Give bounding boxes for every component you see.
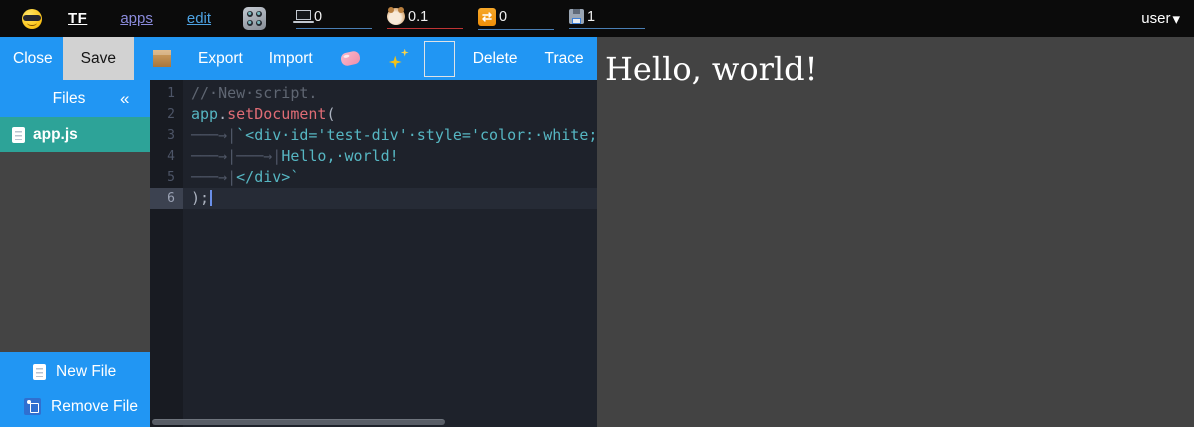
user-menu[interactable]: user ▾ [1141, 10, 1180, 28]
line-number: 1 [150, 83, 183, 104]
code-line[interactable]: app.setDocument( [183, 104, 597, 125]
code-line[interactable]: //·New·script. [183, 83, 597, 104]
repeat-counter-field[interactable]: 0 [478, 8, 554, 30]
horizontal-scrollbar-thumb[interactable] [152, 419, 445, 425]
remove-file-label: Remove File [51, 398, 138, 416]
hamster-counter-value: 0.1 [408, 9, 428, 25]
sidebar-actions: New File Remove File [0, 352, 150, 427]
line-number: 5 [150, 167, 183, 188]
edit-link[interactable]: edit [187, 10, 211, 27]
preview-heading: Hello, world! [605, 50, 817, 88]
code-line[interactable]: ───→|───→|Hello,·world! [183, 146, 597, 167]
trace-button[interactable]: Trace [545, 50, 584, 68]
file-icon [12, 127, 25, 143]
sparkles-emoji-button[interactable] [389, 49, 409, 69]
sidebar-item-appjs[interactable]: app.js [0, 117, 150, 152]
user-menu-label: user [1141, 10, 1170, 27]
code-line[interactable]: ); [183, 188, 597, 209]
files-panel-header: Files « [0, 80, 150, 117]
document-preview-pane: Hello, world! [597, 37, 1194, 427]
sunglasses-emoji-icon[interactable] [22, 9, 42, 29]
hamster-counter-field[interactable]: 0.1 [387, 8, 463, 29]
app-window: TF apps edit 0 0.1 0 1 user ▾ Close Save… [0, 0, 1194, 427]
file-name: app.js [33, 126, 78, 144]
floppy-counter-value: 1 [587, 9, 595, 25]
top-menu-bar: TF apps edit 0 0.1 0 1 user ▾ [0, 0, 1194, 37]
laptop-counter-value: 0 [314, 9, 322, 25]
repeat-counter-value: 0 [499, 9, 507, 25]
litter-bin-icon [24, 398, 41, 415]
save-button[interactable]: Save [63, 37, 134, 80]
dice-icon[interactable] [243, 7, 266, 30]
new-file-icon [33, 364, 46, 380]
floppy-icon [569, 9, 584, 24]
collapse-sidebar-button[interactable]: « [120, 89, 150, 109]
line-number: 2 [150, 104, 183, 125]
floppy-counter-field[interactable]: 1 [569, 9, 645, 29]
package-emoji-button[interactable] [153, 50, 171, 67]
code-line[interactable]: ───→|</div>` [183, 167, 597, 188]
repeat-icon [478, 8, 496, 26]
text-cursor [210, 190, 212, 206]
delete-button[interactable]: Delete [473, 50, 518, 68]
import-button[interactable]: Import [269, 50, 313, 68]
sidebar-empty-area [0, 152, 150, 352]
code-editor[interactable]: 123456 //·New·script.app.setDocument(───… [150, 80, 597, 427]
laptop-counter-field[interactable]: 0 [296, 9, 372, 29]
editor-code[interactable]: //·New·script.app.setDocument(───→|`<div… [183, 83, 597, 209]
files-panel-title: Files [0, 90, 120, 108]
close-button[interactable]: Close [13, 50, 53, 68]
apps-link[interactable]: apps [120, 10, 153, 27]
soap-emoji-button[interactable] [340, 50, 361, 67]
blank-toolbar-button[interactable] [424, 41, 455, 77]
editor-toolbar: Close Save Export Import Delete Trace [0, 37, 597, 80]
editor-gutter: 123456 [150, 80, 183, 427]
line-number: 6 [150, 188, 183, 209]
remove-file-button[interactable]: Remove File [0, 393, 150, 421]
export-button[interactable]: Export [198, 50, 243, 68]
laptop-icon [296, 10, 311, 20]
code-line[interactable]: ───→|`<div·id='test-div'·style='color:·w… [183, 125, 597, 146]
line-number: 4 [150, 146, 183, 167]
brand-link[interactable]: TF [68, 10, 87, 27]
chevron-down-icon: ▾ [1172, 10, 1180, 28]
hamster-icon [387, 8, 405, 25]
line-number: 3 [150, 125, 183, 146]
new-file-label: New File [56, 363, 116, 381]
new-file-button[interactable]: New File [0, 358, 150, 386]
